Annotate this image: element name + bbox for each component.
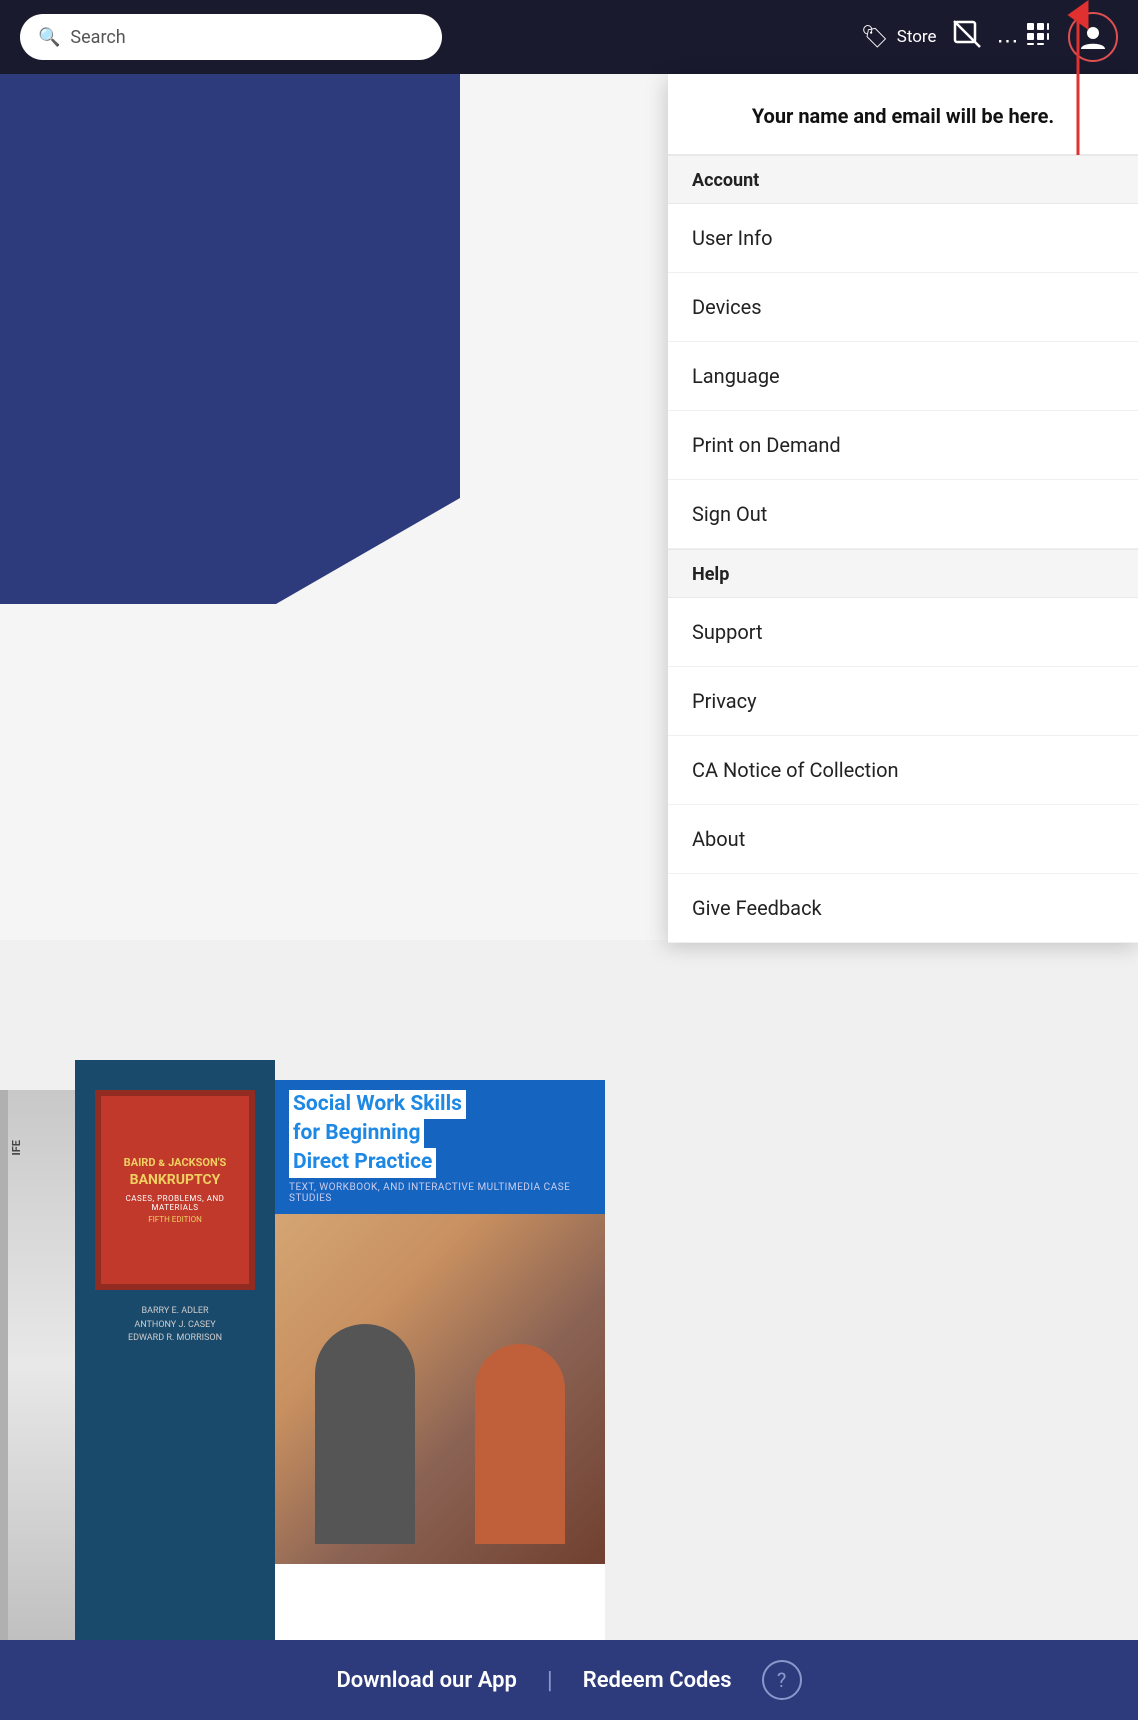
menu-item-ca-notice[interactable]: CA Notice of Collection xyxy=(668,736,1138,805)
notifications-button[interactable] xyxy=(953,20,981,54)
hero-background xyxy=(0,74,460,604)
book-2-cover: BAIRD & JACKSON'S BANKRUPTCY CASES, PROB… xyxy=(95,1090,255,1290)
download-app-label[interactable]: Download our App xyxy=(336,1668,516,1693)
book-3-header: Social Work Skills for Beginning Direct … xyxy=(275,1080,605,1214)
store-button[interactable]: 🏷 Store xyxy=(861,25,937,50)
book-2-edition: FIFTH EDITION xyxy=(148,1215,202,1224)
account-section-label: Account xyxy=(668,155,1138,204)
book-2-authors: BARRY E. ADLER ANTHONY J. CASEY EDWARD R… xyxy=(128,1305,222,1346)
book-1-text: IFE xyxy=(10,1140,23,1155)
bottom-bar: Download our App | Redeem Codes ? xyxy=(0,1640,1138,1720)
book-3: Social Work Skills for Beginning Direct … xyxy=(275,1080,605,1640)
menu-item-sign-out[interactable]: Sign Out xyxy=(668,480,1138,549)
search-bar[interactable]: 🔍 Search xyxy=(20,14,442,60)
menu-item-user-info[interactable]: User Info xyxy=(668,204,1138,273)
help-icon: ? xyxy=(777,1668,786,1692)
person-1-silhouette xyxy=(315,1324,415,1544)
grid-icon: ⋯ xyxy=(997,20,1052,54)
grid-menu-button[interactable]: ⋯ xyxy=(997,20,1052,54)
menu-item-about[interactable]: About xyxy=(668,805,1138,874)
help-section-label: Help xyxy=(668,549,1138,598)
account-name-email-placeholder: Your name and email will be here. xyxy=(692,102,1114,130)
books-area: IFE BAIRD & JACKSON'S BANKRUPTCY CASES, … xyxy=(0,940,1138,1640)
book-3-title: Social Work Skills for Beginning Direct … xyxy=(289,1090,591,1178)
book-2: BAIRD & JACKSON'S BANKRUPTCY CASES, PROB… xyxy=(75,1060,275,1640)
menu-item-support[interactable]: Support xyxy=(668,598,1138,667)
menu-item-devices[interactable]: Devices xyxy=(668,273,1138,342)
book-3-subtitle: TEXT, WORKBOOK, AND INTERACTIVE MULTIMED… xyxy=(289,1182,591,1204)
separator: | xyxy=(547,1666,553,1694)
menu-item-language[interactable]: Language xyxy=(668,342,1138,411)
help-button[interactable]: ? xyxy=(762,1660,802,1700)
person-2-silhouette xyxy=(475,1344,565,1544)
dropdown-header: Your name and email will be here. xyxy=(668,74,1138,155)
menu-item-print-on-demand[interactable]: Print on Demand xyxy=(668,411,1138,480)
book-2-top-label: BAIRD & JACKSON'S BANKRUPTCY xyxy=(124,1156,227,1188)
search-icon: 🔍 xyxy=(38,27,60,48)
store-label: Store xyxy=(897,27,937,47)
redeem-codes-label[interactable]: Redeem Codes xyxy=(583,1668,732,1693)
book-3-photo xyxy=(275,1214,605,1564)
account-dropdown: Your name and email will be here. Accoun… xyxy=(668,74,1138,943)
menu-item-privacy[interactable]: Privacy xyxy=(668,667,1138,736)
store-icon: 🏷 xyxy=(861,25,889,50)
navbar: 🔍 Search 🏷 Store ⋯ xyxy=(0,0,1138,74)
book-2-subtitle: CASES, PROBLEMS, AND MATERIALS xyxy=(111,1194,239,1212)
profile-button[interactable] xyxy=(1068,12,1118,62)
notifications-icon xyxy=(953,20,981,54)
menu-item-give-feedback[interactable]: Give Feedback xyxy=(668,874,1138,943)
search-input-label: Search xyxy=(70,27,125,48)
book-1: IFE xyxy=(0,1090,75,1640)
